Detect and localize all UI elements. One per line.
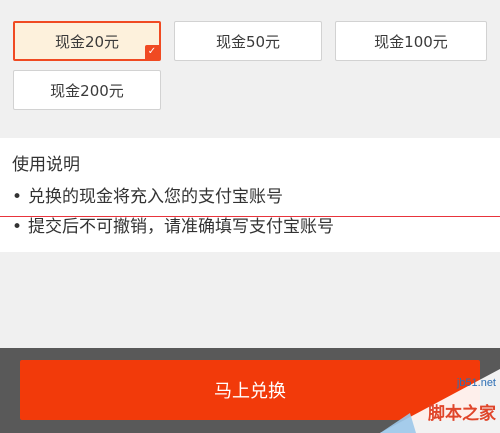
bullet: • (12, 187, 23, 207)
cash-option-grid: 现金20元 ✓ 现金50元 现金100元 现金200元 (0, 0, 500, 130)
red-divider-line (0, 216, 500, 217)
option-cash-20[interactable]: 现金20元 ✓ (13, 21, 161, 61)
option-cash-200[interactable]: 现金200元 (13, 70, 161, 110)
instruction-text: 提交后不可撤销，请准确填写支付宝账号 (28, 217, 335, 237)
option-label: 现金50元 (215, 32, 281, 51)
option-label: 现金100元 (374, 32, 448, 51)
bottom-action-bar: 马上兑换 (0, 348, 500, 433)
bullet: • (12, 217, 23, 237)
usage-instructions: 使用说明 • 兑换的现金将充入您的支付宝账号 • 提交后不可撤销，请准确填写支付宝账… (0, 138, 500, 252)
option-cash-100[interactable]: 现金100元 (335, 21, 487, 61)
instructions-title: 使用说明 (12, 155, 80, 175)
instruction-line: • 兑换的现金将充入您的支付宝账号 (12, 182, 283, 207)
option-label: 现金200元 (50, 81, 124, 100)
instruction-text: 兑换的现金将充入您的支付宝账号 (28, 187, 284, 207)
check-icon: ✓ (145, 45, 159, 59)
option-cash-50[interactable]: 现金50元 (174, 21, 322, 61)
exchange-now-button[interactable]: 马上兑换 (20, 360, 480, 420)
option-label: 现金20元 (54, 32, 120, 51)
